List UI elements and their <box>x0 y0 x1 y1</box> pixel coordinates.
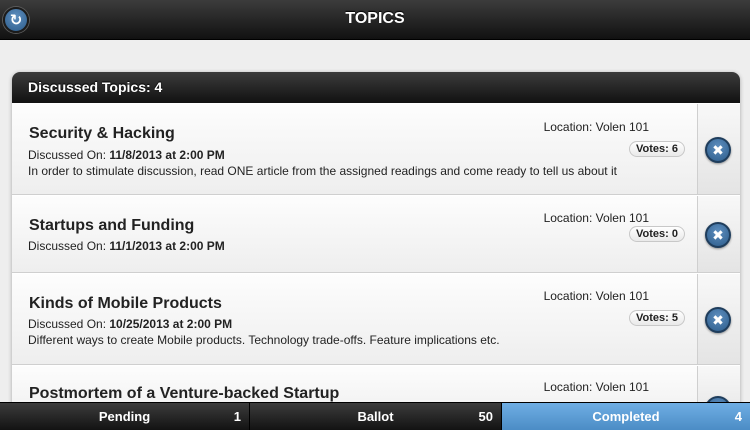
discussed-prefix: Discussed On: <box>28 317 107 331</box>
list-divider: Discussed Topics: 4 <box>12 72 740 103</box>
delete-button[interactable]: ✖ <box>705 222 731 248</box>
tab-label: Completed <box>592 409 660 424</box>
list-item[interactable]: Security & Hacking Discussed On: 11/8/20… <box>12 103 740 195</box>
list-item[interactable]: Startups and Funding Discussed On: 11/1/… <box>12 195 740 273</box>
discussed-date: 11/1/2013 at 2:00 PM <box>109 239 225 253</box>
delete-area: ✖ <box>698 274 740 364</box>
topics-list: Discussed Topics: 4 Security & Hacking D… <box>12 72 740 412</box>
discussed-on: Discussed On: 11/8/2013 at 2:00 PM <box>28 148 225 162</box>
tab-completed[interactable]: Completed 4 <box>502 403 750 430</box>
tab-ballot[interactable]: Ballot 50 <box>250 403 502 430</box>
tab-count: 4 <box>734 409 742 424</box>
tab-count: 50 <box>478 409 493 424</box>
topic-title: Postmortem of a Venture-backed Startup <box>29 385 340 402</box>
discussed-prefix: Discussed On: <box>28 239 107 253</box>
delete-area: ✖ <box>698 196 740 272</box>
footer-navbar: Pending 1 Ballot 50 Completed 4 <box>0 402 750 430</box>
topic-title: Startups and Funding <box>29 217 195 234</box>
delete-button[interactable]: ✖ <box>705 307 731 333</box>
discussed-on: Discussed On: 11/1/2013 at 2:00 PM <box>28 239 225 253</box>
topic-location: Location: Volen 101 <box>543 289 649 303</box>
topic-location: Location: Volen 101 <box>543 120 649 134</box>
header-bar: ↻ TOPICS <box>0 0 750 40</box>
topic-content[interactable]: Kinds of Mobile Products Discussed On: 1… <box>12 274 698 364</box>
discussed-on: Discussed On: 10/25/2013 at 2:00 PM <box>28 317 232 331</box>
discussed-prefix: Discussed On: <box>28 148 107 162</box>
close-icon: ✖ <box>712 227 724 243</box>
topic-location: Location: Volen 101 <box>543 380 649 394</box>
topic-title: Kinds of Mobile Products <box>29 295 222 312</box>
topic-content[interactable]: Security & Hacking Discussed On: 11/8/20… <box>12 104 698 194</box>
tab-label: Ballot <box>357 409 394 424</box>
discussed-date: 10/25/2013 at 2:00 PM <box>109 317 233 331</box>
votes-badge: Votes: 5 <box>629 310 685 326</box>
votes-badge: Votes: 6 <box>629 141 685 157</box>
close-icon: ✖ <box>712 142 724 158</box>
page-title: TOPICS <box>345 10 405 27</box>
tab-label: Pending <box>98 409 151 424</box>
delete-button[interactable]: ✖ <box>705 137 731 163</box>
delete-area: ✖ <box>698 104 740 194</box>
tab-count: 1 <box>233 409 241 424</box>
list-item[interactable]: Kinds of Mobile Products Discussed On: 1… <box>12 273 740 365</box>
tab-pending[interactable]: Pending 1 <box>0 403 250 430</box>
topic-description: In order to stimulate discussion, read O… <box>28 164 617 178</box>
topic-location: Location: Volen 101 <box>543 211 649 225</box>
close-icon: ✖ <box>712 312 724 328</box>
votes-badge: Votes: 0 <box>629 226 685 242</box>
topic-title: Security & Hacking <box>29 125 175 142</box>
discussed-date: 11/8/2013 at 2:00 PM <box>109 148 225 162</box>
topic-content[interactable]: Startups and Funding Discussed On: 11/1/… <box>12 196 698 272</box>
topic-description: Different ways to create Mobile products… <box>28 333 500 347</box>
